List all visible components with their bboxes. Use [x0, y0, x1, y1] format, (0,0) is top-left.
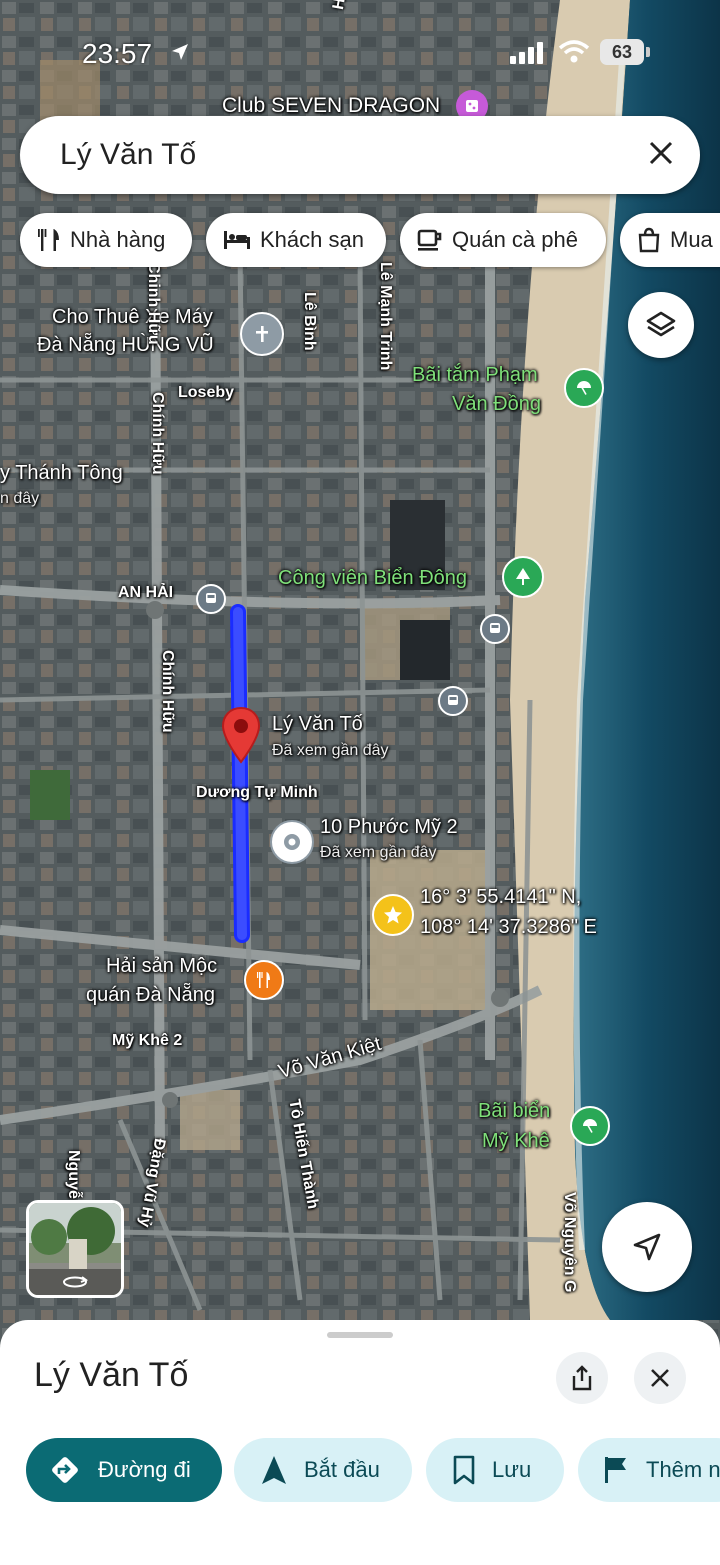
- street-le-manh-trinh: Lê Mạnh Trinh: [377, 262, 394, 371]
- directions-icon: [52, 1457, 78, 1483]
- share-button[interactable]: [556, 1352, 608, 1404]
- poi-park-bien-dong[interactable]: Công viên Biển Đông: [278, 567, 467, 590]
- chip-label: Nhà hàng: [70, 227, 166, 252]
- chip-hotels[interactable]: Khách sạn: [206, 213, 386, 267]
- street-my-khe-2: Mỹ Khê 2: [112, 1032, 183, 1049]
- chip-label: Quán cà phê: [452, 227, 578, 252]
- navigation-arrow-icon: [262, 1456, 286, 1484]
- wifi-icon: [558, 40, 590, 69]
- place-bottom-sheet: Lý Văn Tố Đường đi Bắt đầu Lưu Thêm n: [0, 1320, 720, 1565]
- street-nguyen: Nguyễ: [65, 1150, 82, 1199]
- rotate-360-icon: [29, 1269, 121, 1295]
- beach-umbrella-icon[interactable]: [570, 1106, 610, 1146]
- area-an-hai: AN HẢI: [118, 584, 174, 601]
- street-thanh-tong: y Thánh Tông: [0, 462, 123, 484]
- street-le-binh: Lê Bình: [301, 292, 318, 351]
- bus-stop-icon[interactable]: [196, 584, 226, 614]
- layers-icon: [646, 311, 676, 337]
- restaurant-icon: [38, 229, 59, 251]
- save-button[interactable]: Lưu: [426, 1438, 564, 1502]
- status-bar: 23:57 63: [0, 30, 720, 76]
- park-tree-icon[interactable]: [502, 556, 544, 598]
- star-icon[interactable]: [372, 894, 414, 936]
- beach-umbrella-icon[interactable]: [564, 368, 604, 408]
- place2-title[interactable]: 10 Phước Mỹ 2: [320, 816, 458, 839]
- share-icon: [572, 1365, 592, 1391]
- save-label: Lưu: [492, 1457, 532, 1482]
- start-label: Bắt đầu: [304, 1457, 380, 1482]
- chip-shopping[interactable]: Mua: [620, 213, 720, 267]
- poi-beach-my-khe-line1[interactable]: Bãi biển: [478, 1100, 550, 1123]
- bus-stop-icon[interactable]: [480, 614, 510, 644]
- street-vo-nguyen-giap: Võ Nguyên G: [561, 1192, 578, 1293]
- location-arrow-icon: [170, 42, 190, 67]
- my-location-button[interactable]: [602, 1202, 692, 1292]
- restaurant-marker-icon[interactable]: [244, 960, 284, 1000]
- chip-label: Mua: [670, 227, 713, 252]
- directions-button[interactable]: Đường đi: [26, 1438, 222, 1502]
- status-time: 23:57: [82, 38, 153, 69]
- start-button[interactable]: Bắt đầu: [234, 1438, 412, 1502]
- battery-tip: [646, 47, 650, 57]
- bus-stop-icon[interactable]: [438, 686, 468, 716]
- sheet-drag-handle[interactable]: [327, 1332, 393, 1338]
- poi-seafood-line2[interactable]: quán Đà Nẵng: [86, 984, 215, 1007]
- pin-title[interactable]: Lý Văn Tố: [272, 713, 363, 736]
- poi-loseby[interactable]: Loseby: [178, 384, 234, 402]
- poi-beach-pvd-line1[interactable]: Bãi tắm Phạm: [412, 364, 538, 387]
- poi-club-seven-dragon[interactable]: Club SEVEN DRAGON: [222, 94, 440, 118]
- directions-label: Đường đi: [98, 1457, 191, 1482]
- battery-icon: 63: [600, 39, 644, 65]
- close-icon[interactable]: [648, 140, 674, 171]
- label-near-here: n đây: [0, 490, 40, 507]
- battery-level: 63: [611, 41, 633, 62]
- chip-cafes[interactable]: Quán cà phê: [400, 213, 606, 267]
- bookmark-icon: [453, 1455, 475, 1485]
- pin-subtitle: Đã xem gần đây: [272, 742, 389, 759]
- street-duong-tu-minh: Dương Tự Minh: [196, 784, 318, 801]
- street-view-thumbnail[interactable]: [26, 1200, 124, 1298]
- poi-rental-line1[interactable]: Cho Thuê Xe Máy: [52, 306, 213, 329]
- poi-rental-line2[interactable]: Đà Nẵng HÙNG VŨ: [37, 334, 214, 357]
- poi-beach-my-khe-line2[interactable]: Mỹ Khê: [482, 1130, 550, 1153]
- poi-seafood-line1[interactable]: Hải sản Mộc: [106, 955, 217, 978]
- chip-label: Khách sạn: [260, 227, 364, 252]
- shopping-icon: [638, 227, 660, 253]
- coffee-icon: [417, 229, 442, 251]
- more-label: Thêm n: [646, 1457, 720, 1482]
- flag-icon: [605, 1457, 626, 1483]
- navigation-arrow-icon: [633, 1233, 661, 1261]
- more-button[interactable]: Thêm n: [578, 1438, 720, 1502]
- place2-subtitle: Đã xem gần đây: [320, 844, 437, 861]
- place-title: Lý Văn Tố: [34, 1356, 189, 1394]
- signal-icon: [510, 42, 546, 69]
- chip-restaurants[interactable]: Nhà hàng: [20, 213, 192, 267]
- layers-button[interactable]: [628, 292, 694, 358]
- hotel-icon: [224, 231, 250, 249]
- coordinate-lng: 108° 14' 37.3286" E: [420, 916, 597, 938]
- place-marker-icon[interactable]: [270, 820, 314, 864]
- church-icon[interactable]: [240, 312, 284, 356]
- search-query[interactable]: Lý Văn Tố: [60, 138, 648, 172]
- location-pin-icon[interactable]: [220, 706, 262, 769]
- street-chinh-huu-mid: Chính Hữu: [149, 392, 166, 475]
- coordinate-lat: 16° 3' 55.4141" N,: [420, 886, 582, 908]
- street-chinh-huu-low: Chính Hữu: [159, 650, 176, 733]
- poi-beach-pvd-line2[interactable]: Văn Đồng: [452, 393, 541, 416]
- close-icon: [651, 1369, 669, 1387]
- street-chinh-huu-top: Chinh Hữu: [145, 262, 162, 345]
- search-bar[interactable]: Lý Văn Tố: [20, 116, 700, 194]
- close-sheet-button[interactable]: [634, 1352, 686, 1404]
